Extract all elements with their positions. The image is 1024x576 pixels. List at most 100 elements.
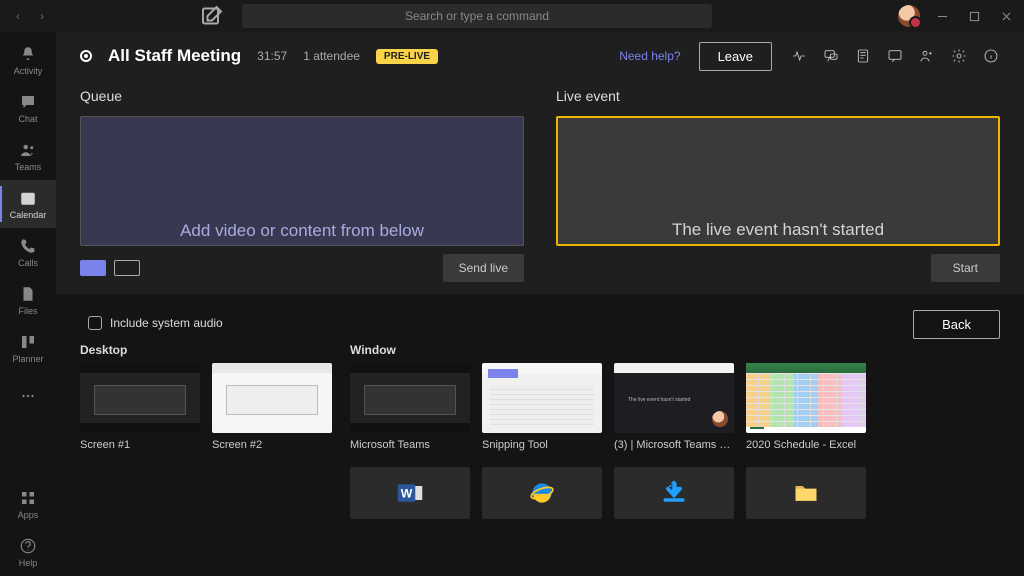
thumbnail	[80, 363, 200, 433]
rail-apps[interactable]: Apps	[0, 480, 56, 528]
back-button[interactable]: Back	[913, 310, 1000, 339]
live-panel: Live event The live event hasn't started…	[556, 88, 1000, 282]
meeting-attendees: 1 attendee	[303, 49, 360, 63]
share-app-ie[interactable]	[482, 467, 602, 519]
share-tray: Include system audio Back Desktop Screen…	[56, 294, 1024, 576]
nav-forward[interactable]: ›	[32, 6, 52, 26]
live-title: Live event	[556, 88, 1000, 104]
leave-button[interactable]: Leave	[699, 42, 772, 71]
rail-label: Teams	[15, 162, 42, 172]
queue-panel: Queue Add video or content from below Se…	[80, 88, 524, 282]
window-close[interactable]	[996, 6, 1016, 26]
search-placeholder: Search or type a command	[405, 9, 549, 23]
calendar-icon	[18, 188, 38, 208]
bell-icon	[18, 44, 38, 64]
info-icon[interactable]	[982, 47, 1000, 65]
recording-indicator-icon	[80, 50, 92, 62]
rail-label: Activity	[14, 66, 43, 76]
word-icon: W	[396, 479, 424, 507]
start-button[interactable]: Start	[931, 254, 1000, 282]
rail-label: Chat	[18, 114, 37, 124]
more-icon	[18, 386, 38, 406]
rail-chat[interactable]: Chat	[0, 84, 56, 132]
thumbnail	[482, 363, 602, 433]
rail-activity[interactable]: Activity	[0, 36, 56, 84]
settings-icon[interactable]	[950, 47, 968, 65]
share-window-teams[interactable]: Microsoft Teams	[350, 363, 470, 451]
qna-icon[interactable]	[822, 47, 840, 65]
live-preview: The live event hasn't started	[556, 116, 1000, 246]
queue-title: Queue	[80, 88, 524, 104]
search-input[interactable]: Search or type a command	[242, 4, 712, 28]
send-live-button[interactable]: Send live	[443, 254, 524, 282]
thumb-label: (3) | Microsoft Teams - W...	[614, 439, 734, 451]
meeting-title: All Staff Meeting	[108, 46, 241, 66]
thumbnail	[614, 363, 734, 433]
queue-placeholder: Add video or content from below	[180, 221, 424, 241]
rail-label: Files	[18, 306, 37, 316]
thumbnail	[350, 363, 470, 433]
people-icon[interactable]	[918, 47, 936, 65]
live-placeholder: The live event hasn't started	[672, 220, 884, 240]
meeting-timer: 31:57	[257, 49, 287, 63]
rail-teams[interactable]: Teams	[0, 132, 56, 180]
share-window-snip[interactable]: Snipping Tool	[482, 363, 602, 451]
avatar[interactable]	[898, 5, 920, 27]
rail-label: Calls	[18, 258, 38, 268]
chat-panel-icon[interactable]	[886, 47, 904, 65]
layout-split[interactable]	[114, 260, 140, 276]
include-audio-checkbox[interactable]: Include system audio	[88, 316, 223, 330]
nav-back[interactable]: ‹	[8, 6, 28, 26]
queue-dropzone[interactable]: Add video or content from below	[80, 116, 524, 246]
layout-single[interactable]	[80, 260, 106, 276]
thumb-label: Screen #2	[212, 439, 332, 451]
share-screen-1[interactable]: Screen #1	[80, 363, 200, 451]
window-maximize[interactable]	[964, 6, 984, 26]
share-window-excel[interactable]: X 2020 Schedule - Excel	[746, 363, 866, 451]
share-app-explorer[interactable]	[746, 467, 866, 519]
rail-files[interactable]: Files	[0, 276, 56, 324]
rail-label: Calendar	[10, 210, 47, 220]
download-icon	[660, 479, 688, 507]
rail-calendar[interactable]: Calendar	[0, 180, 56, 228]
window-label: Window	[350, 343, 866, 357]
help-icon	[18, 536, 38, 556]
checkbox-icon	[88, 316, 102, 330]
desktop-label: Desktop	[80, 343, 332, 357]
thumb-label: 2020 Schedule - Excel	[746, 439, 866, 451]
teams-icon	[18, 140, 38, 160]
folder-icon	[792, 479, 820, 507]
thumb-label: Screen #1	[80, 439, 200, 451]
svg-text:W: W	[401, 486, 413, 500]
compose-icon[interactable]	[200, 4, 224, 28]
notes-icon[interactable]	[854, 47, 872, 65]
share-app-download[interactable]	[614, 467, 734, 519]
thumbnail	[212, 363, 332, 433]
health-icon[interactable]	[790, 47, 808, 65]
ie-icon	[528, 479, 556, 507]
share-window-teams-web[interactable]: (3) | Microsoft Teams - W...	[614, 363, 734, 451]
need-help-link[interactable]: Need help?	[619, 49, 680, 63]
thumb-label: Snipping Tool	[482, 439, 602, 451]
rail-label: Help	[19, 558, 38, 568]
rail-planner[interactable]: Planner	[0, 324, 56, 372]
titlebar: ‹ › Search or type a command	[0, 0, 1024, 32]
rail-label: Planner	[12, 354, 43, 364]
rail-label: Apps	[18, 510, 39, 520]
include-audio-label: Include system audio	[110, 316, 223, 330]
apps-icon	[18, 488, 38, 508]
rail-more[interactable]	[0, 372, 56, 420]
share-app-word[interactable]: W	[350, 467, 470, 519]
files-icon	[18, 284, 38, 304]
window-minimize[interactable]	[932, 6, 952, 26]
thumbnail: X	[746, 363, 866, 433]
phone-icon	[18, 236, 38, 256]
meeting-header: All Staff Meeting 31:57 1 attendee PRE-L…	[56, 32, 1024, 80]
share-screen-2[interactable]: Screen #2	[212, 363, 332, 451]
rail-help[interactable]: Help	[0, 528, 56, 576]
rail-calls[interactable]: Calls	[0, 228, 56, 276]
app-rail: Activity Chat Teams Calendar Calls Files…	[0, 32, 56, 576]
status-badge: PRE-LIVE	[376, 49, 438, 64]
planner-icon	[18, 332, 38, 352]
chat-icon	[18, 92, 38, 112]
